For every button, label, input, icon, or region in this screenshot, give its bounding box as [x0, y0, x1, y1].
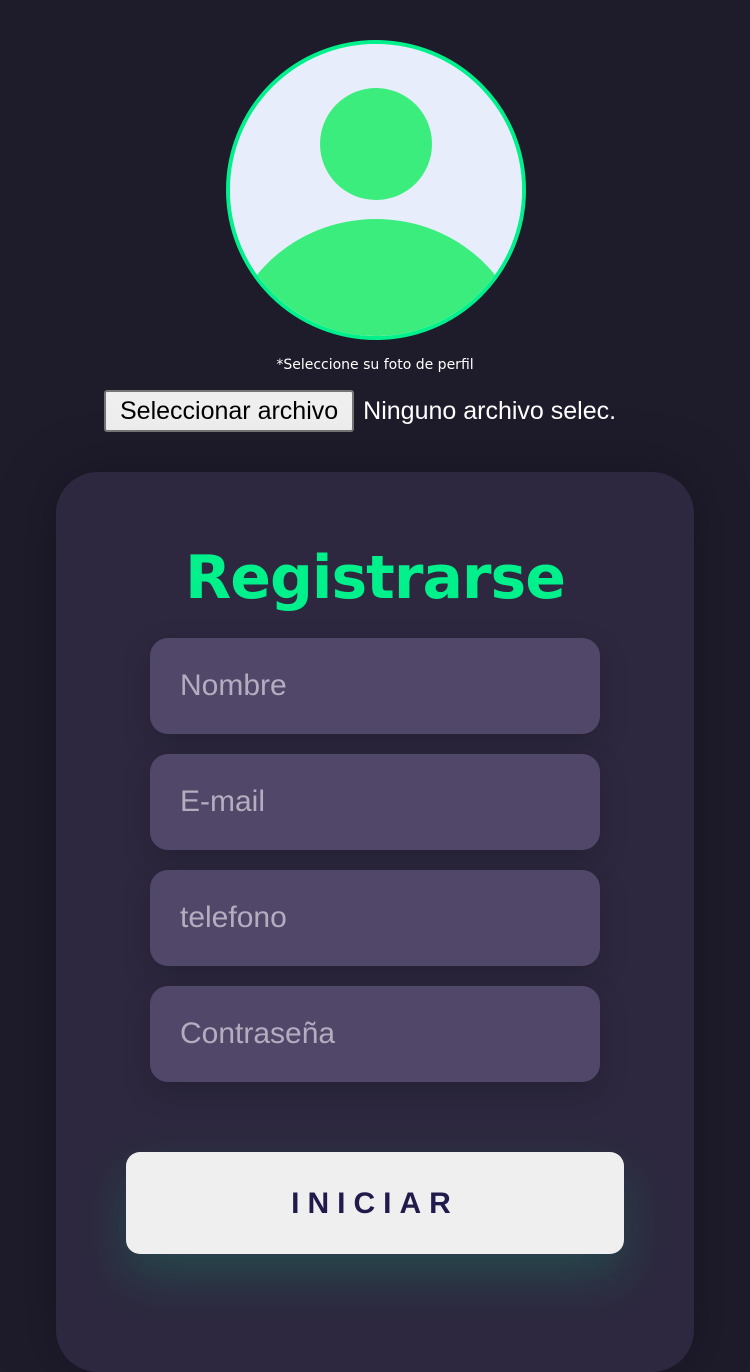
phone-field[interactable]: [150, 870, 600, 966]
name-field[interactable]: [150, 638, 600, 734]
password-field[interactable]: [150, 986, 600, 1082]
page-title: Registrarse: [185, 543, 566, 613]
submit-button[interactable]: INICIAR: [126, 1152, 624, 1254]
email-field[interactable]: [150, 754, 600, 850]
photo-hint: *Seleccione su foto de perfil: [276, 357, 474, 373]
select-file-button[interactable]: Seleccionar archivo: [104, 390, 355, 432]
profile-avatar: [226, 40, 526, 340]
file-picker: Seleccionar archivo Ninguno archivo sele…: [104, 390, 616, 432]
user-silhouette-icon: [230, 44, 522, 336]
file-status: Ninguno archivo selec.: [363, 396, 617, 425]
